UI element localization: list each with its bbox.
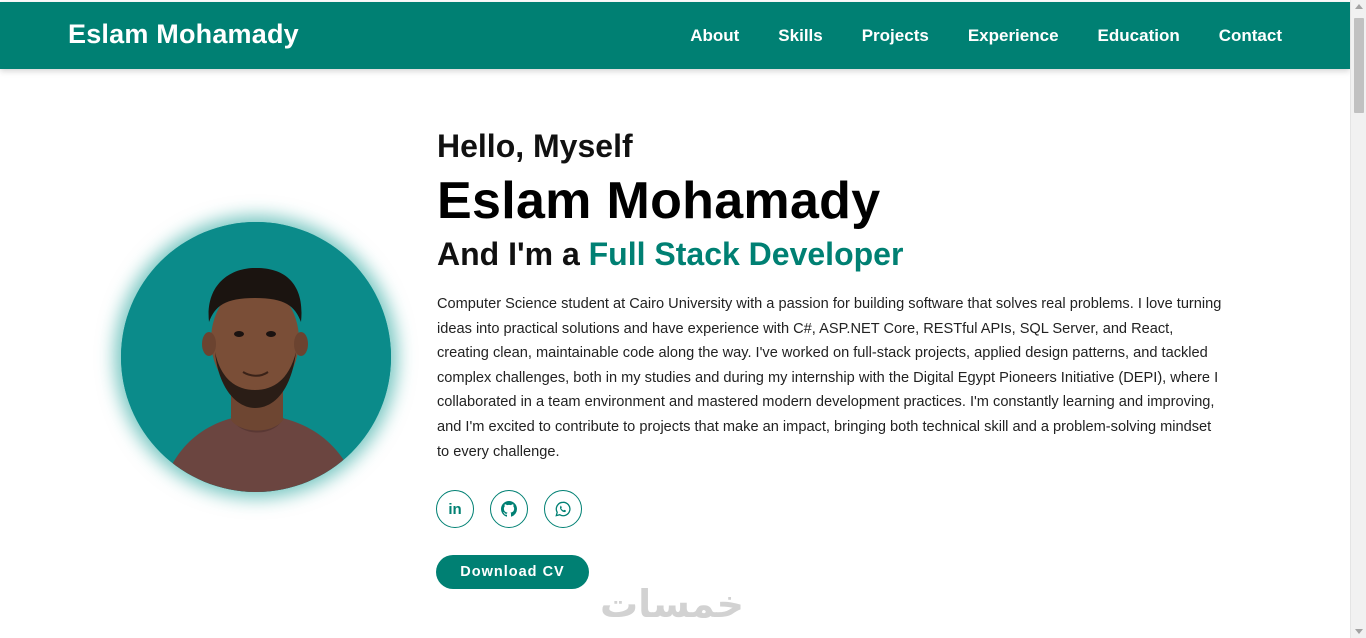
navbar: Eslam Mohamady About Skills Projects Exp…	[0, 2, 1350, 69]
scroll-down-arrow-icon[interactable]	[1355, 629, 1363, 634]
role-heading: And I'm a Full Stack Developer	[437, 236, 903, 273]
bio-paragraph: Computer Science student at Cairo Univer…	[437, 296, 1222, 460]
github-icon	[501, 501, 517, 517]
linkedin-link[interactable]: in	[436, 490, 474, 528]
greeting-text: Hello, Myself	[437, 128, 633, 164]
nav-education[interactable]: Education	[1098, 26, 1180, 46]
watermark-logo: خمسات	[600, 582, 744, 626]
profile-photo	[121, 222, 391, 492]
scroll-thumb[interactable]	[1354, 18, 1364, 113]
github-link[interactable]	[490, 490, 528, 528]
nav-contact[interactable]: Contact	[1219, 26, 1282, 46]
vertical-scrollbar[interactable]	[1350, 0, 1366, 638]
nav-skills[interactable]: Skills	[778, 26, 822, 46]
linkedin-icon: in	[448, 500, 462, 518]
whatsapp-link[interactable]	[544, 490, 582, 528]
nav-about[interactable]: About	[690, 26, 739, 46]
nav-projects[interactable]: Projects	[862, 26, 929, 46]
whatsapp-icon	[555, 501, 571, 517]
nav-experience[interactable]: Experience	[968, 26, 1059, 46]
social-links: in	[436, 490, 582, 528]
download-cv-button[interactable]: Download CV	[436, 555, 589, 589]
role-highlight: Full Stack Developer	[588, 236, 904, 272]
brand-logo[interactable]: Eslam Mohamady	[68, 19, 299, 50]
scroll-up-arrow-icon[interactable]	[1355, 4, 1363, 9]
hero-name: Eslam Mohamady	[437, 172, 881, 230]
nav-links: About Skills Projects Experience Educati…	[690, 26, 1282, 46]
role-prefix: And I'm a	[437, 236, 589, 272]
